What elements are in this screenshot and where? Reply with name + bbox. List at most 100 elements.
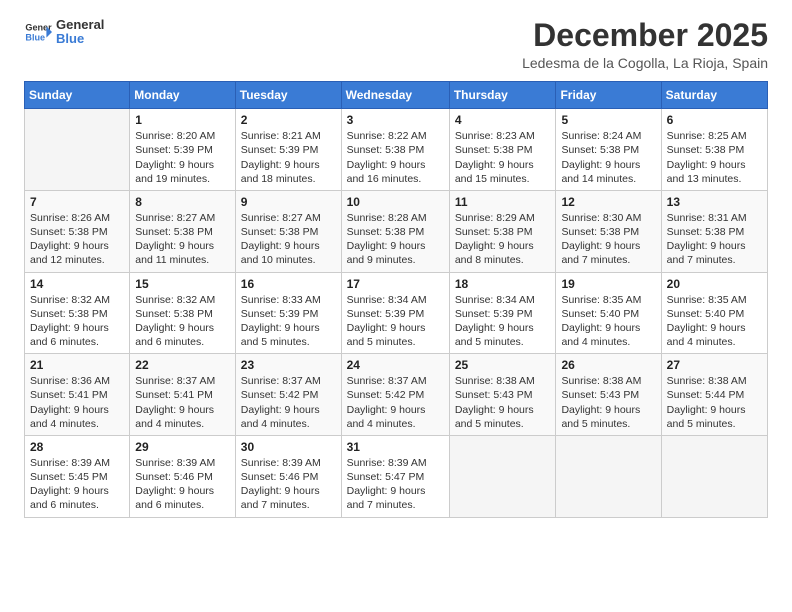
day-number: 11 xyxy=(455,195,551,209)
calendar-cell: 18 Sunrise: 8:34 AM Sunset: 5:39 PM Dayli… xyxy=(449,272,556,354)
day-number: 14 xyxy=(30,277,124,291)
day-info: Sunrise: 8:30 AM Sunset: 5:38 PM Dayligh… xyxy=(561,211,655,268)
calendar-cell: 10 Sunrise: 8:28 AM Sunset: 5:38 PM Dayli… xyxy=(341,190,449,272)
day-info: Sunrise: 8:27 AM Sunset: 5:38 PM Dayligh… xyxy=(135,211,230,268)
weekday-monday: Monday xyxy=(130,82,236,109)
day-number: 24 xyxy=(347,358,444,372)
calendar-cell: 31 Sunrise: 8:39 AM Sunset: 5:47 PM Dayli… xyxy=(341,435,449,517)
day-info: Sunrise: 8:28 AM Sunset: 5:38 PM Dayligh… xyxy=(347,211,444,268)
day-info: Sunrise: 8:35 AM Sunset: 5:40 PM Dayligh… xyxy=(561,293,655,350)
day-info: Sunrise: 8:39 AM Sunset: 5:45 PM Dayligh… xyxy=(30,456,124,513)
calendar-cell: 9 Sunrise: 8:27 AM Sunset: 5:38 PM Daylig… xyxy=(235,190,341,272)
day-number: 9 xyxy=(241,195,336,209)
logo: General Blue General Blue xyxy=(24,18,104,47)
calendar-cell: 15 Sunrise: 8:32 AM Sunset: 5:38 PM Dayli… xyxy=(130,272,236,354)
calendar-cell: 17 Sunrise: 8:34 AM Sunset: 5:39 PM Dayli… xyxy=(341,272,449,354)
day-number: 17 xyxy=(347,277,444,291)
week-row-4: 28 Sunrise: 8:39 AM Sunset: 5:45 PM Dayli… xyxy=(25,435,768,517)
weekday-sunday: Sunday xyxy=(25,82,130,109)
month-title: December 2025 xyxy=(522,18,768,53)
day-info: Sunrise: 8:32 AM Sunset: 5:38 PM Dayligh… xyxy=(30,293,124,350)
calendar-cell xyxy=(661,435,767,517)
day-number: 3 xyxy=(347,113,444,127)
calendar-cell: 5 Sunrise: 8:24 AM Sunset: 5:38 PM Daylig… xyxy=(556,109,661,191)
calendar-cell: 7 Sunrise: 8:26 AM Sunset: 5:38 PM Daylig… xyxy=(25,190,130,272)
day-info: Sunrise: 8:38 AM Sunset: 5:43 PM Dayligh… xyxy=(561,374,655,431)
calendar-cell xyxy=(25,109,130,191)
day-info: Sunrise: 8:38 AM Sunset: 5:43 PM Dayligh… xyxy=(455,374,551,431)
weekday-thursday: Thursday xyxy=(449,82,556,109)
location: Ledesma de la Cogolla, La Rioja, Spain xyxy=(522,55,768,71)
calendar-cell: 29 Sunrise: 8:39 AM Sunset: 5:46 PM Dayli… xyxy=(130,435,236,517)
week-row-2: 14 Sunrise: 8:32 AM Sunset: 5:38 PM Dayli… xyxy=(25,272,768,354)
day-number: 19 xyxy=(561,277,655,291)
calendar-cell: 4Sunrise: 8:23 AM Sunset: 5:38 PM Daylig… xyxy=(449,109,556,191)
calendar-cell: 20Sunrise: 8:35 AM Sunset: 5:40 PM Dayli… xyxy=(661,272,767,354)
day-number: 25 xyxy=(455,358,551,372)
day-info: Sunrise: 8:37 AM Sunset: 5:41 PM Dayligh… xyxy=(135,374,230,431)
calendar-cell: 24 Sunrise: 8:37 AM Sunset: 5:42 PM Dayli… xyxy=(341,354,449,436)
svg-text:Blue: Blue xyxy=(25,33,45,43)
day-info: Sunrise: 8:39 AM Sunset: 5:46 PM Dayligh… xyxy=(135,456,230,513)
day-number: 13 xyxy=(667,195,762,209)
day-number: 5 xyxy=(561,113,655,127)
week-row-1: 7 Sunrise: 8:26 AM Sunset: 5:38 PM Daylig… xyxy=(25,190,768,272)
calendar: SundayMondayTuesdayWednesdayThursdayFrid… xyxy=(24,81,768,517)
day-number: 7 xyxy=(30,195,124,209)
page: General Blue General Blue December 2025 … xyxy=(0,0,792,612)
day-info: Sunrise: 8:34 AM Sunset: 5:39 PM Dayligh… xyxy=(455,293,551,350)
day-info: Sunrise: 8:22 AM Sunset: 5:38 PM Dayligh… xyxy=(347,129,444,186)
day-info: Sunrise: 8:21 AM Sunset: 5:39 PM Dayligh… xyxy=(241,129,336,186)
day-info: Sunrise: 8:33 AM Sunset: 5:39 PM Dayligh… xyxy=(241,293,336,350)
day-number: 18 xyxy=(455,277,551,291)
day-number: 29 xyxy=(135,440,230,454)
weekday-tuesday: Tuesday xyxy=(235,82,341,109)
calendar-cell: 11 Sunrise: 8:29 AM Sunset: 5:38 PM Dayli… xyxy=(449,190,556,272)
day-number: 28 xyxy=(30,440,124,454)
day-info: Sunrise: 8:27 AM Sunset: 5:38 PM Dayligh… xyxy=(241,211,336,268)
calendar-cell: 6 Sunrise: 8:25 AM Sunset: 5:38 PM Daylig… xyxy=(661,109,767,191)
calendar-cell: 13 Sunrise: 8:31 AM Sunset: 5:38 PM Dayli… xyxy=(661,190,767,272)
day-info: Sunrise: 8:37 AM Sunset: 5:42 PM Dayligh… xyxy=(241,374,336,431)
day-number: 27 xyxy=(667,358,762,372)
day-info: Sunrise: 8:26 AM Sunset: 5:38 PM Dayligh… xyxy=(30,211,124,268)
weekday-friday: Friday xyxy=(556,82,661,109)
week-row-3: 21 Sunrise: 8:36 AM Sunset: 5:41 PM Dayli… xyxy=(25,354,768,436)
calendar-cell: 8 Sunrise: 8:27 AM Sunset: 5:38 PM Daylig… xyxy=(130,190,236,272)
day-info: Sunrise: 8:23 AM Sunset: 5:38 PM Dayligh… xyxy=(455,129,551,186)
day-number: 6 xyxy=(667,113,762,127)
day-info: Sunrise: 8:31 AM Sunset: 5:38 PM Dayligh… xyxy=(667,211,762,268)
day-info: Sunrise: 8:37 AM Sunset: 5:42 PM Dayligh… xyxy=(347,374,444,431)
day-number: 31 xyxy=(347,440,444,454)
day-info: Sunrise: 8:25 AM Sunset: 5:38 PM Dayligh… xyxy=(667,129,762,186)
day-number: 21 xyxy=(30,358,124,372)
day-info: Sunrise: 8:36 AM Sunset: 5:41 PM Dayligh… xyxy=(30,374,124,431)
weekday-header-row: SundayMondayTuesdayWednesdayThursdayFrid… xyxy=(25,82,768,109)
calendar-cell xyxy=(556,435,661,517)
week-row-0: 1Sunrise: 8:20 AM Sunset: 5:39 PM Daylig… xyxy=(25,109,768,191)
day-info: Sunrise: 8:35 AM Sunset: 5:40 PM Dayligh… xyxy=(667,293,762,350)
day-number: 8 xyxy=(135,195,230,209)
calendar-cell: 2Sunrise: 8:21 AM Sunset: 5:39 PM Daylig… xyxy=(235,109,341,191)
calendar-cell: 16Sunrise: 8:33 AM Sunset: 5:39 PM Dayli… xyxy=(235,272,341,354)
weekday-wednesday: Wednesday xyxy=(341,82,449,109)
calendar-cell: 3 Sunrise: 8:22 AM Sunset: 5:38 PM Daylig… xyxy=(341,109,449,191)
day-info: Sunrise: 8:39 AM Sunset: 5:47 PM Dayligh… xyxy=(347,456,444,513)
day-number: 15 xyxy=(135,277,230,291)
day-info: Sunrise: 8:29 AM Sunset: 5:38 PM Dayligh… xyxy=(455,211,551,268)
calendar-cell: 25 Sunrise: 8:38 AM Sunset: 5:43 PM Dayli… xyxy=(449,354,556,436)
day-info: Sunrise: 8:20 AM Sunset: 5:39 PM Dayligh… xyxy=(135,129,230,186)
day-info: Sunrise: 8:34 AM Sunset: 5:39 PM Dayligh… xyxy=(347,293,444,350)
day-info: Sunrise: 8:32 AM Sunset: 5:38 PM Dayligh… xyxy=(135,293,230,350)
calendar-cell: 14 Sunrise: 8:32 AM Sunset: 5:38 PM Dayli… xyxy=(25,272,130,354)
day-info: Sunrise: 8:39 AM Sunset: 5:46 PM Dayligh… xyxy=(241,456,336,513)
day-number: 10 xyxy=(347,195,444,209)
calendar-cell: 23Sunrise: 8:37 AM Sunset: 5:42 PM Dayli… xyxy=(235,354,341,436)
weekday-saturday: Saturday xyxy=(661,82,767,109)
title-block: December 2025 Ledesma de la Cogolla, La … xyxy=(522,18,768,71)
calendar-cell: 26Sunrise: 8:38 AM Sunset: 5:43 PM Dayli… xyxy=(556,354,661,436)
calendar-cell: 12Sunrise: 8:30 AM Sunset: 5:38 PM Dayli… xyxy=(556,190,661,272)
day-info: Sunrise: 8:24 AM Sunset: 5:38 PM Dayligh… xyxy=(561,129,655,186)
calendar-cell: 22Sunrise: 8:37 AM Sunset: 5:41 PM Dayli… xyxy=(130,354,236,436)
header: General Blue General Blue December 2025 … xyxy=(24,18,768,71)
